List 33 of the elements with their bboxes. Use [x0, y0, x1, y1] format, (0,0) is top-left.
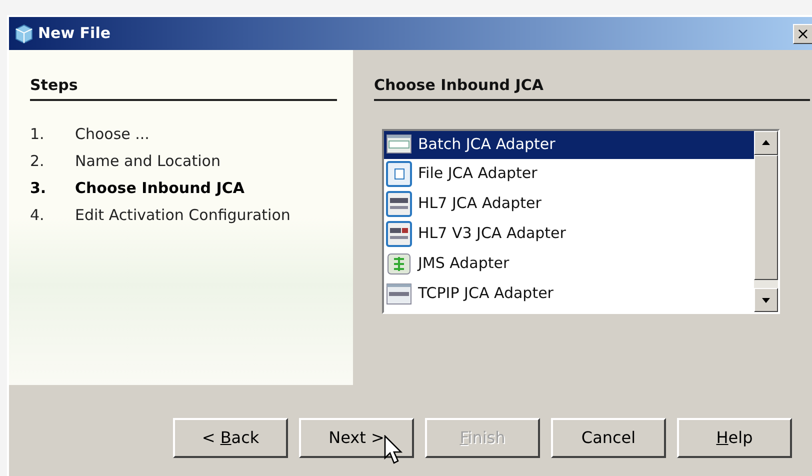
step-number: 3.	[30, 178, 48, 198]
next-button[interactable]: Next >	[299, 418, 414, 458]
adapter-icon	[386, 280, 412, 306]
close-button[interactable]: ×	[793, 24, 812, 44]
step-label: Choose Inbound JCA	[75, 178, 244, 198]
list-item[interactable]: Batch JCA Adapter	[384, 130, 754, 158]
list-item[interactable]: JMS Adapter	[384, 248, 754, 278]
scroll-down-icon[interactable]	[754, 288, 778, 312]
adapter-icon	[386, 160, 412, 186]
scrollbar-thumb[interactable]	[754, 154, 778, 280]
cube-icon	[15, 24, 33, 44]
step-label: Name and Location	[75, 150, 220, 172]
adapter-icon	[386, 190, 412, 216]
help-button[interactable]: Help	[677, 418, 792, 458]
list-item[interactable]: HL7 JCA Adapter	[384, 188, 754, 218]
scroll-up-icon[interactable]	[754, 130, 778, 154]
list-item[interactable]: File JCA Adapter	[384, 158, 754, 188]
list-item[interactable]: HL7 V3 JCA Adapter	[384, 218, 754, 248]
step-number: 4.	[30, 204, 46, 226]
window-title: New File	[38, 23, 111, 44]
list-item[interactable]: TCPIP JCA Adapter	[384, 278, 754, 308]
adapter-icon	[386, 220, 412, 246]
step-number: 2.	[30, 150, 46, 172]
cursor-icon	[384, 435, 404, 465]
panel-heading: Choose Inbound JCA	[374, 74, 810, 100]
scrollbar[interactable]	[754, 130, 778, 312]
step-number: 1.	[30, 124, 46, 144]
steps-heading: Steps	[30, 74, 337, 100]
cancel-button[interactable]: Cancel	[551, 418, 666, 458]
step-label: Edit Activation Configuration	[75, 204, 290, 226]
back-button[interactable]: < Back	[173, 418, 288, 458]
step-label: Choose ...	[75, 124, 150, 144]
adapter-icon	[386, 250, 412, 276]
